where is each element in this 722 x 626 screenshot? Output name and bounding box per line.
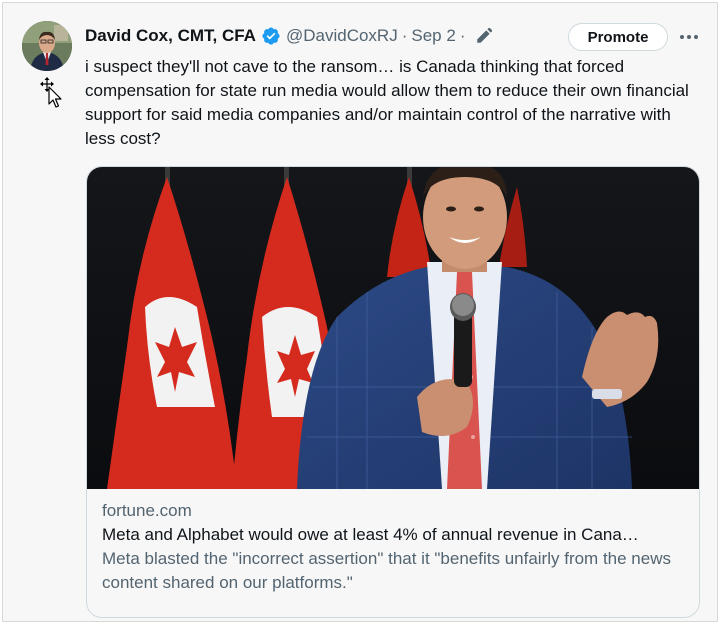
screenshot-frame: David Cox, CMT, CFA @DavidCoxRJ · Sep 2 …	[2, 2, 718, 622]
author-name[interactable]: David Cox, CMT, CFA	[85, 26, 256, 46]
tweet-text: i suspect they'll not cave to the ransom…	[85, 57, 689, 148]
card-body: fortune.com Meta and Alphabet would owe …	[102, 499, 692, 595]
tweet-date[interactable]: Sep 2	[411, 26, 455, 46]
promote-button[interactable]: Promote	[568, 23, 668, 51]
verified-badge-icon[interactable]	[261, 26, 281, 46]
card-image[interactable]	[87, 167, 699, 489]
author-avatar[interactable]	[22, 21, 72, 71]
separator-dot: ·	[459, 26, 466, 45]
tweet[interactable]: David Cox, CMT, CFA @DavidCoxRJ · Sep 2 …	[3, 3, 717, 621]
card-description: Meta blasted the "incorrect assertion" t…	[102, 549, 671, 592]
link-card[interactable]: fortune.com Meta and Alphabet would owe …	[86, 166, 700, 618]
author-handle[interactable]: @DavidCoxRJ	[286, 26, 398, 46]
move-cursor-icon	[39, 77, 65, 109]
card-title[interactable]: Meta and Alphabet would owe at least 4% …	[102, 523, 692, 547]
avatar-photo	[22, 21, 72, 71]
tweet-header: David Cox, CMT, CFA @DavidCoxRJ · Sep 2 …	[85, 23, 493, 49]
card-domain: fortune.com	[102, 501, 192, 520]
more-options-icon[interactable]	[677, 25, 701, 49]
separator-dot: ·	[401, 26, 408, 45]
pencil-icon[interactable]	[475, 27, 493, 45]
